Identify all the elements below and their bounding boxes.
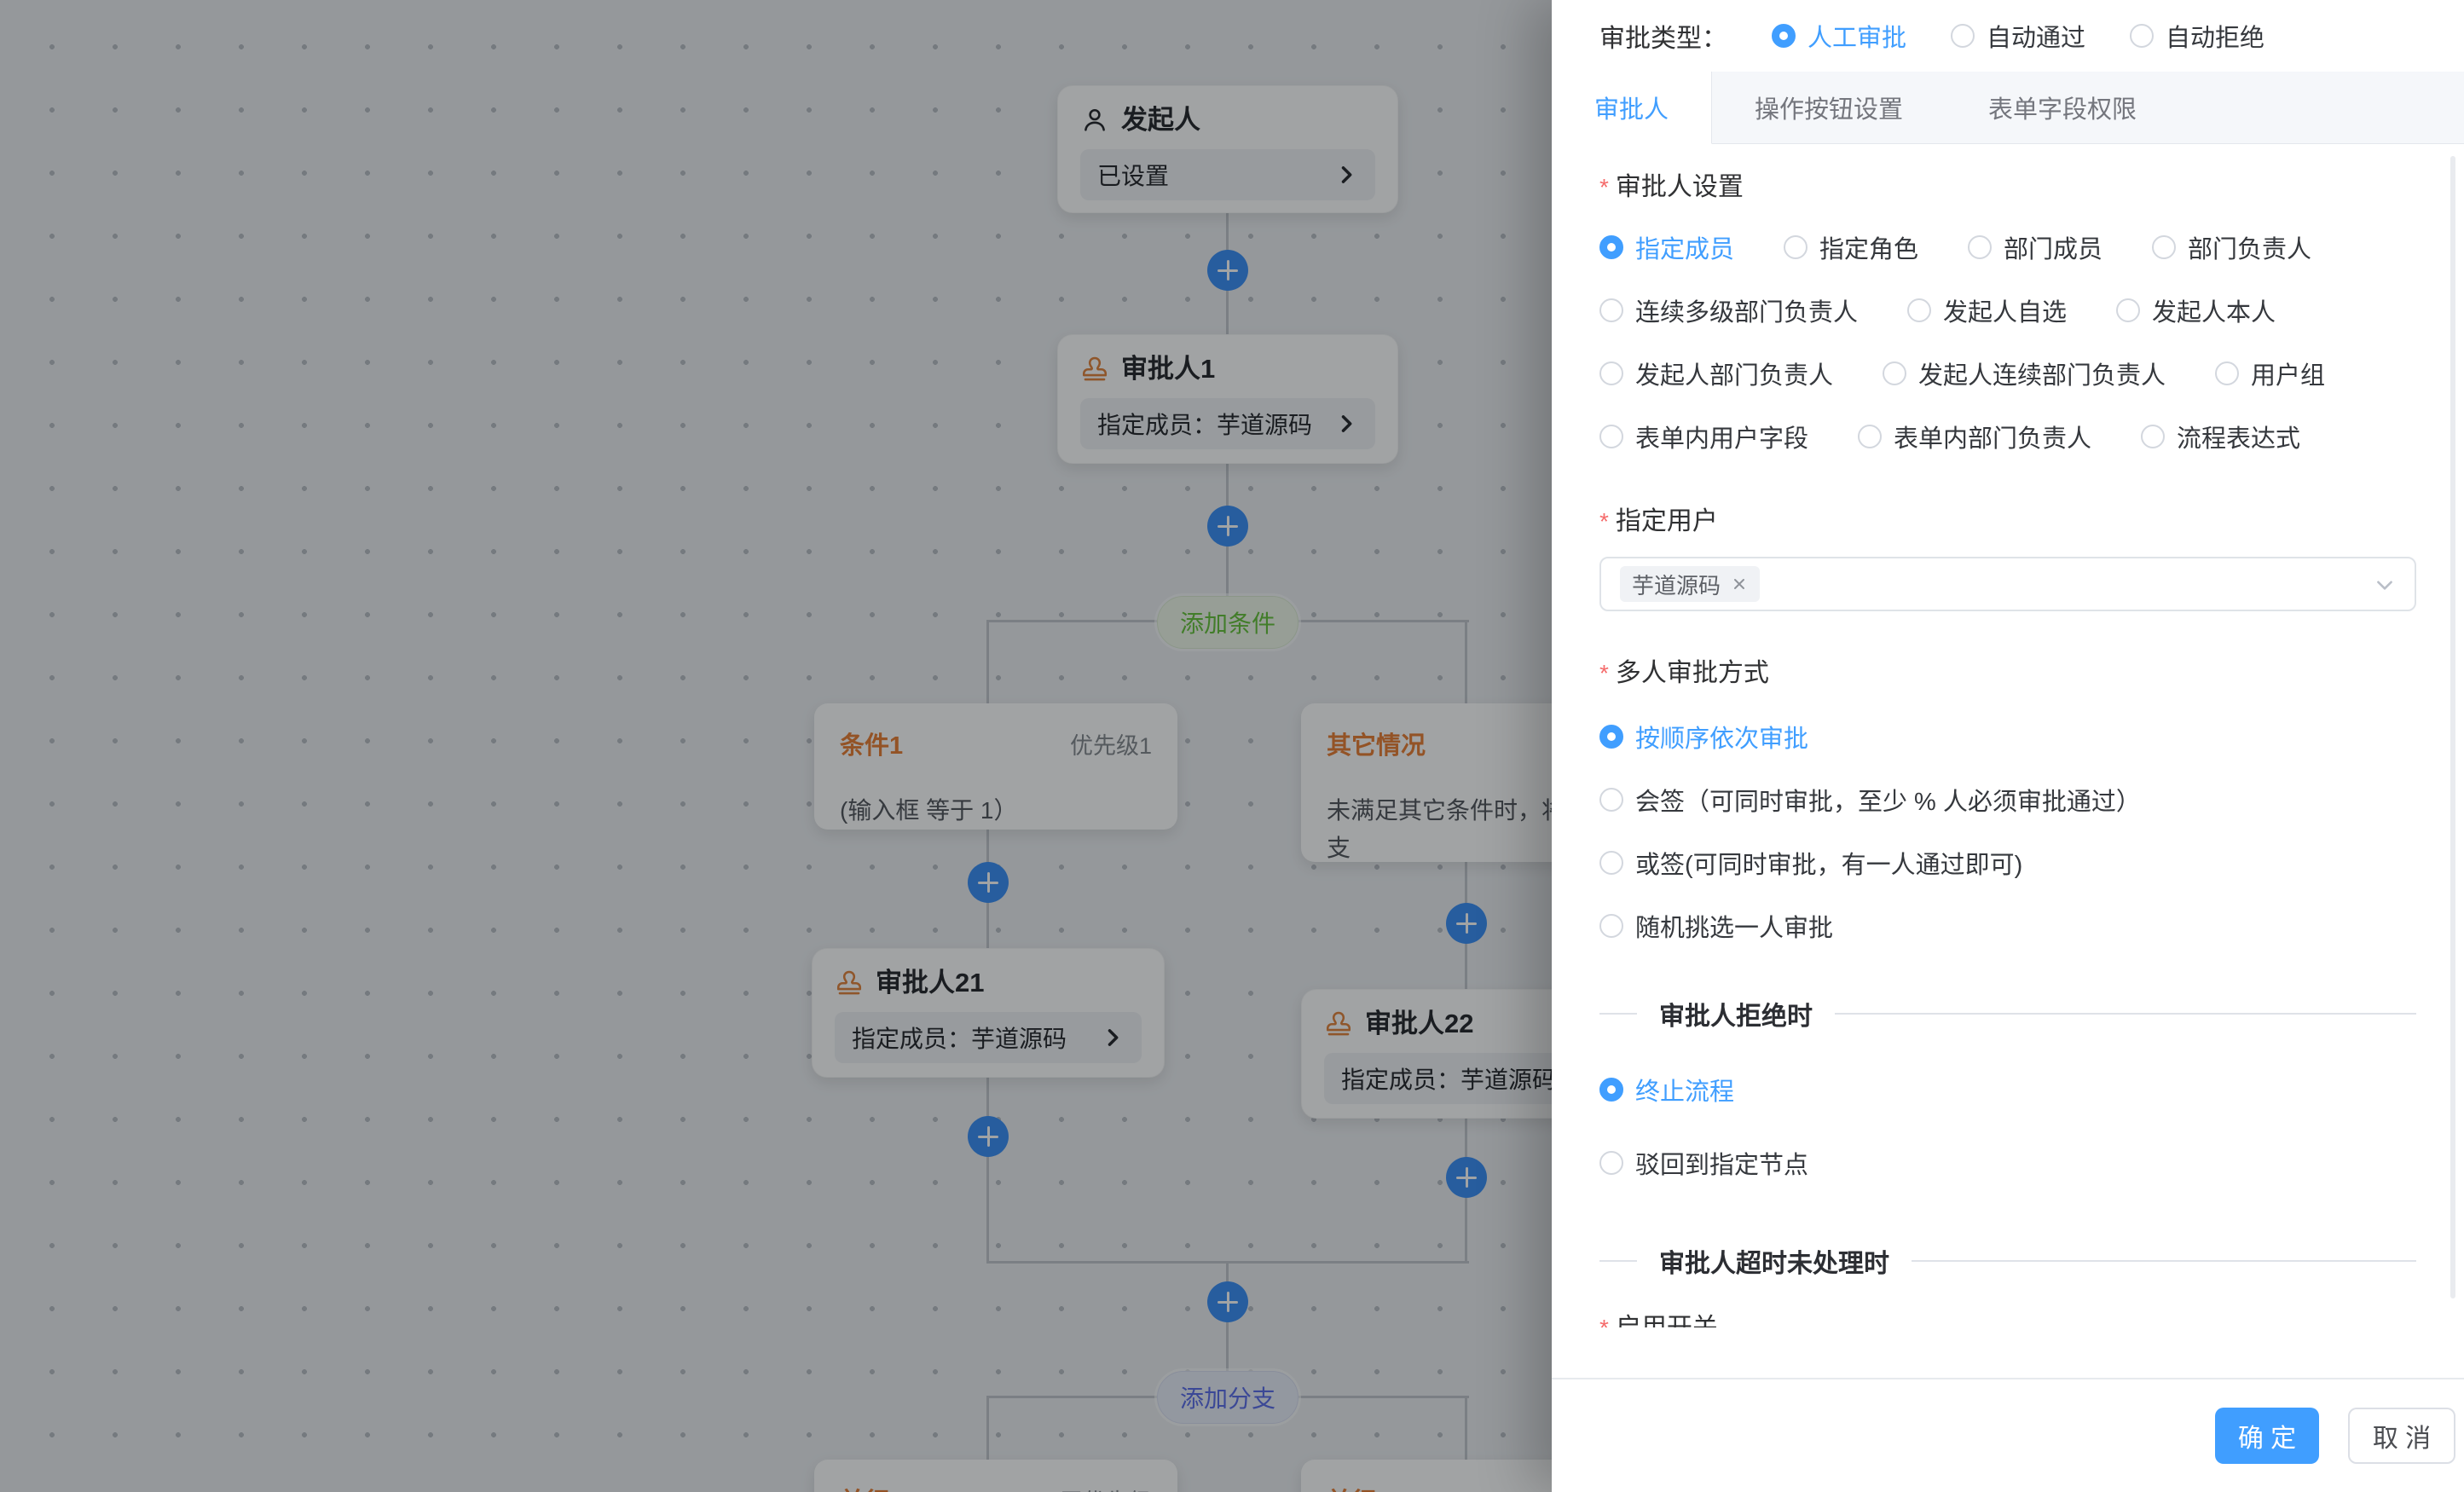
radio-label: 用户组 [2251, 356, 2325, 391]
radio-label: 表单内部门负责人 [1894, 419, 2091, 454]
radio-label: 连续多级部门负责人 [1635, 292, 1858, 328]
radio-label: 会签（可同时审批，至少 % 人必须审批通过） [1635, 782, 2141, 818]
radio-dot [1599, 851, 1623, 875]
radio-dot [1784, 235, 1808, 259]
radio-dept-member[interactable]: 部门成员 [1968, 229, 2102, 265]
confirm-button[interactable]: 确 定 [2215, 1408, 2319, 1464]
radio-label: 流程表达式 [2177, 419, 2300, 454]
radio-dot [1772, 24, 1796, 48]
radio-dot [1907, 298, 1931, 322]
radio-label: 终止流程 [1635, 1072, 1734, 1107]
radio-orsign[interactable]: 或签(可同时审批，有一人通过即可) [1599, 845, 2416, 881]
radio-dot [2215, 361, 2239, 385]
radio-dot [1858, 425, 1882, 448]
radio-auto-approve[interactable]: 自动通过 [1951, 18, 2085, 54]
approver-setting-row: 连续多级部门负责人 发起人自选 发起人本人 [1599, 292, 2416, 328]
radio-dot [1599, 788, 1623, 812]
approver-setting-row: 表单内用户字段 表单内部门负责人 流程表达式 [1599, 419, 2416, 454]
radio-label: 驳回到指定节点 [1635, 1145, 1808, 1181]
assigned-user-label: 指定用户 [1599, 507, 2416, 536]
radio-dot [1599, 1151, 1623, 1175]
radio-label: 或签(可同时审批，有一人通过即可) [1635, 845, 2022, 881]
approver-setting-label: 审批人设置 [1599, 173, 2416, 202]
user-tag-label: 芋道源码 [1632, 569, 1721, 600]
radio-initiator-dept-leader[interactable]: 发起人部门负责人 [1599, 356, 1833, 391]
radio-label: 随机挑选一人审批 [1635, 908, 1833, 944]
multi-approve-label: 多人审批方式 [1599, 659, 2416, 688]
radio-initiator-self[interactable]: 发起人本人 [2116, 292, 2276, 328]
approver-setting-row: 指定成员 指定角色 部门成员 部门负责人 [1599, 229, 2416, 265]
radio-label: 发起人连续部门负责人 [1918, 356, 2166, 391]
radio-label: 发起人本人 [2152, 292, 2276, 328]
radio-random-one[interactable]: 随机挑选一人审批 [1599, 908, 2416, 944]
radio-label: 指定成员 [1635, 229, 1734, 265]
tab-button-settings[interactable]: 操作按钮设置 [1712, 72, 1946, 143]
radio-assigned-role[interactable]: 指定角色 [1784, 229, 1918, 265]
tab-form-field-permissions[interactable]: 表单字段权限 [1946, 72, 2179, 143]
radio-label: 人工审批 [1808, 18, 1906, 54]
radio-dot [1968, 235, 1992, 259]
radio-dot [1599, 725, 1623, 749]
radio-countersign[interactable]: 会签（可同时审批，至少 % 人必须审批通过） [1599, 782, 2416, 818]
radio-multi-level-dept-leader[interactable]: 连续多级部门负责人 [1599, 292, 1858, 328]
radio-label: 按顺序依次审批 [1635, 719, 1808, 755]
radio-dot [1599, 361, 1623, 385]
radio-dot [1599, 914, 1623, 938]
drawer-footer: 确 定 取 消 [1552, 1378, 2464, 1492]
tab-label: 操作按钮设置 [1755, 90, 1903, 125]
radio-initiator-select[interactable]: 发起人自选 [1907, 292, 2067, 328]
panel-scrollbar[interactable] [2450, 156, 2455, 1298]
config-scroll-area[interactable]: 审批人设置 指定成员 指定角色 部门成员 部门负责人 连续多级部门负责人 发起人… [1552, 144, 2464, 1327]
user-tag: 芋道源码 [1620, 566, 1760, 602]
radio-initiator-multi-dept-leader[interactable]: 发起人连续部门负责人 [1883, 356, 2166, 391]
radio-dot [1599, 1078, 1623, 1102]
radio-dot [1883, 361, 1906, 385]
cancel-button[interactable]: 取 消 [2348, 1408, 2455, 1464]
config-tabs: 审批人 操作按钮设置 表单字段权限 [1552, 72, 2464, 144]
radio-label: 指定角色 [1819, 229, 1918, 265]
approval-type-label: 审批类型： [1599, 17, 1727, 55]
radio-assigned-member[interactable]: 指定成员 [1599, 229, 1734, 265]
radio-label: 表单内用户字段 [1635, 419, 1808, 454]
radio-form-user-field[interactable]: 表单内用户字段 [1599, 419, 1808, 454]
tab-label: 表单字段权限 [1988, 90, 2137, 125]
approver-setting-row: 发起人部门负责人 发起人连续部门负责人 用户组 [1599, 356, 2416, 391]
radio-terminate-process[interactable]: 终止流程 [1599, 1072, 2416, 1107]
radio-sequential-approval[interactable]: 按顺序依次审批 [1599, 719, 2416, 755]
approval-config-drawer: 审批类型： 人工审批 自动通过 自动拒绝 审批人 操作按钮设置 表单字段权限 审… [1552, 0, 2464, 1492]
radio-dot [1951, 24, 1975, 48]
radio-dot [1599, 235, 1623, 259]
tag-close-icon[interactable] [1731, 575, 1748, 593]
radio-process-expression[interactable]: 流程表达式 [2141, 419, 2300, 454]
radio-dot [2141, 425, 2165, 448]
timeout-section-title: 审批人超时未处理时 [1659, 1242, 1889, 1280]
radio-dot [1599, 298, 1623, 322]
radio-auto-reject[interactable]: 自动拒绝 [2130, 18, 2264, 54]
timeout-section-divider: 审批人超时未处理时 [1599, 1242, 2416, 1280]
reject-section-title: 审批人拒绝时 [1659, 995, 1813, 1032]
radio-return-to-node[interactable]: 驳回到指定节点 [1599, 1145, 2416, 1181]
radio-user-group[interactable]: 用户组 [2215, 356, 2325, 391]
radio-manual-approval[interactable]: 人工审批 [1772, 18, 1906, 54]
radio-dot [1599, 425, 1623, 448]
radio-dot [2130, 24, 2154, 48]
radio-dept-leader[interactable]: 部门负责人 [2152, 229, 2311, 265]
radio-dot [2152, 235, 2176, 259]
radio-label: 部门负责人 [2188, 229, 2311, 265]
radio-dot [2116, 298, 2140, 322]
radio-label: 自动通过 [1987, 18, 2085, 54]
radio-label: 发起人部门负责人 [1635, 356, 1833, 391]
reject-section-divider: 审批人拒绝时 [1599, 995, 2416, 1032]
radio-label: 发起人自选 [1943, 292, 2067, 328]
assigned-user-select[interactable]: 芋道源码 [1599, 557, 2416, 611]
approval-type-row: 审批类型： 人工审批 自动通过 自动拒绝 [1552, 0, 2464, 72]
radio-label: 部门成员 [2004, 229, 2102, 265]
radio-label: 自动拒绝 [2166, 18, 2264, 54]
enable-switch-label: 启用开关 [1599, 1314, 2416, 1327]
tab-approver[interactable]: 审批人 [1552, 72, 1712, 144]
tab-label: 审批人 [1594, 90, 1669, 125]
chevron-down-icon [2374, 574, 2396, 596]
workflow-designer: 发起人 已设置 审批人1 指定成员：芋道源码 添加条件 [0, 0, 2464, 1492]
radio-form-dept-leader[interactable]: 表单内部门负责人 [1858, 419, 2091, 454]
